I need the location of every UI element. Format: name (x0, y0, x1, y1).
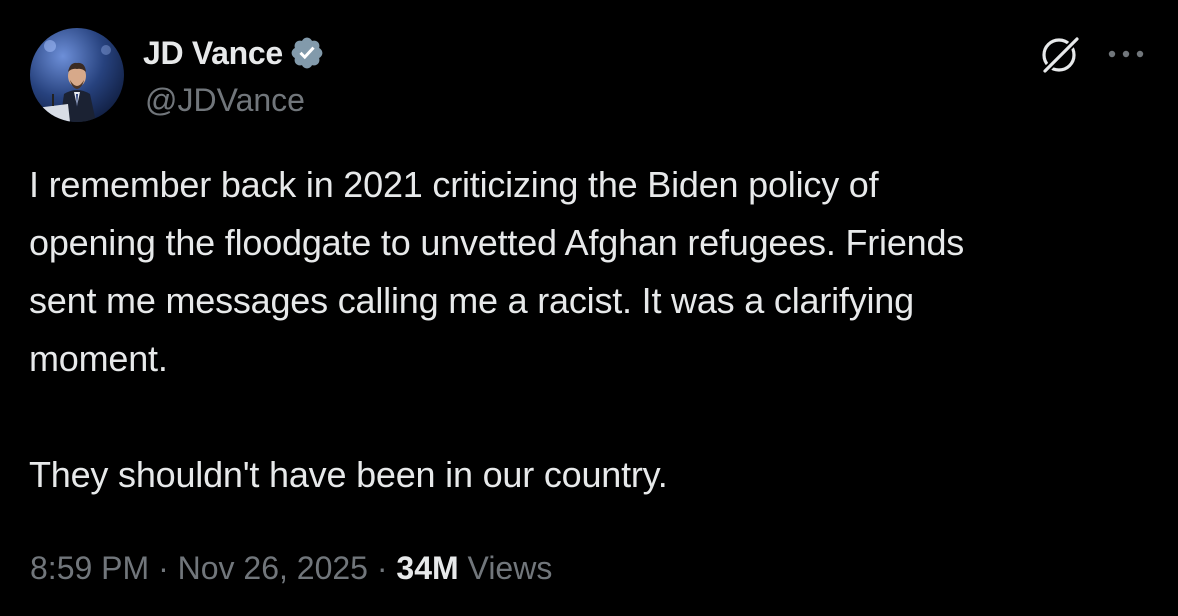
avatar[interactable] (30, 28, 124, 122)
avatar-image (30, 28, 124, 122)
name-row: JD Vance (143, 32, 325, 74)
verified-badge-icon[interactable] (289, 35, 325, 71)
tweet-time[interactable]: 8:59 PM (30, 550, 149, 586)
grok-icon[interactable] (1036, 30, 1084, 78)
more-icon[interactable] (1104, 36, 1148, 72)
tweet-date[interactable]: Nov 26, 2025 (178, 550, 368, 586)
tweet-card: JD Vance @JDVance I remember back in 202… (0, 0, 1178, 616)
tweet-meta: 8:59 PM · Nov 26, 2025 · 34M Views (30, 546, 552, 590)
views-label: Views (467, 550, 553, 586)
display-name[interactable]: JD Vance (143, 32, 283, 74)
user-handle[interactable]: @JDVance (145, 80, 305, 120)
meta-separator: · (376, 550, 388, 586)
views-count[interactable]: 34M (396, 550, 458, 586)
meta-separator: · (158, 550, 169, 586)
tweet-text: I remember back in 2021 criticizing the … (29, 164, 965, 495)
